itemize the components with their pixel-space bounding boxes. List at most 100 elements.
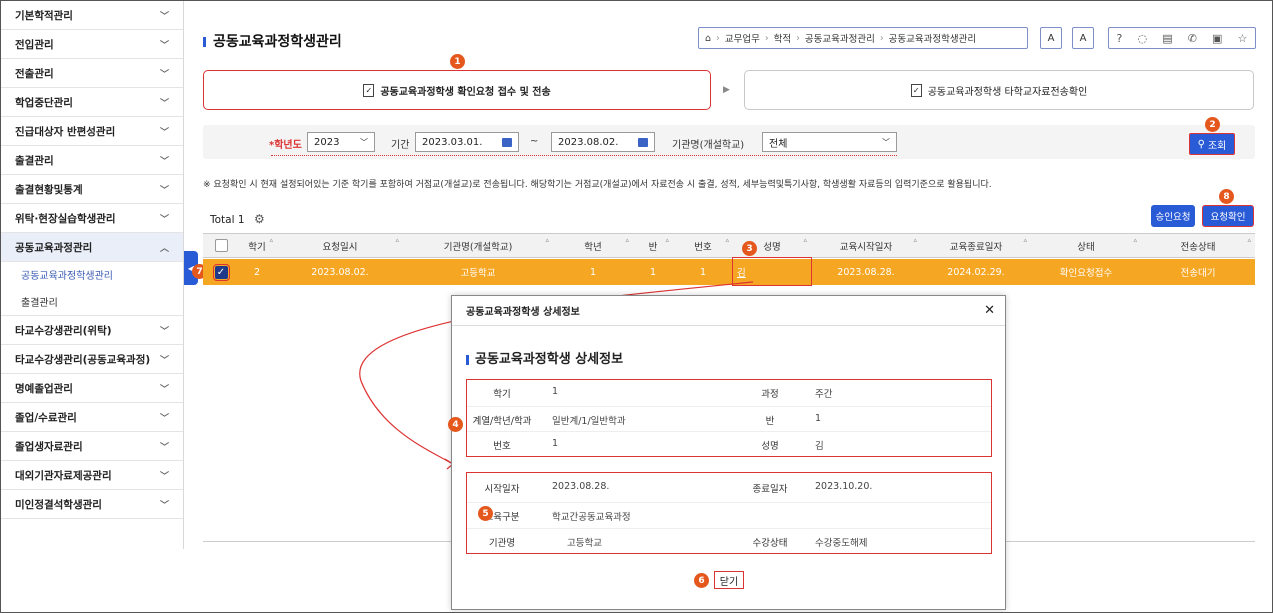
chevron-down-icon: ﹀	[159, 98, 169, 109]
cell-number: 1	[699, 266, 707, 278]
breadcrumb-item[interactable]: 공동교육과정학생관리	[889, 31, 976, 45]
chevron-right-icon: ›	[879, 32, 884, 44]
annotation-badge: 8	[1219, 189, 1234, 204]
column-header[interactable]: 반 ▵	[633, 234, 673, 257]
year-select[interactable]: 2023 ﹀	[307, 132, 375, 152]
close-button[interactable]: 닫기	[714, 571, 744, 589]
annotation-badge: 4	[448, 417, 463, 432]
column-header[interactable]: 교육시작일자 ▵	[811, 234, 921, 257]
approve-request-button[interactable]: 승인요청	[1151, 205, 1195, 227]
calendar-icon[interactable]	[638, 137, 648, 147]
font-size-increase-button[interactable]: A	[1072, 27, 1094, 49]
table-header: 학기 ▵ 요청일시 ▵ 기관명(개설학교) ▵ 학년 ▵ 반 ▵ 번호 ▵ 성명 ▵ 교육시작…	[203, 233, 1255, 258]
sidebar-item-transfer-in[interactable]: 전입관리 ﹀	[1, 30, 183, 59]
chevron-down-icon: ﹀	[159, 355, 169, 366]
sidebar-item-honorary-graduation[interactable]: 명예졸업관리 ﹀	[1, 374, 183, 403]
gear-icon[interactable]: ⚙	[254, 212, 265, 226]
star-icon[interactable]: ☆	[1238, 32, 1248, 45]
chevron-down-icon: ﹀	[159, 471, 169, 482]
cell-request-date: 2023.08.02.	[311, 266, 369, 278]
sidebar-item-external-entrusted[interactable]: 타교수강생관리(위탁) ﹀	[1, 316, 183, 345]
sort-icon: ▵	[269, 236, 273, 244]
search-button[interactable]: ⚲ 조회	[1189, 133, 1235, 155]
column-header[interactable]: 번호 ▵	[673, 234, 733, 257]
sidebar-item-class-assignment[interactable]: 진급대상자 반편성관리 ﹀	[1, 117, 183, 146]
step-request-receipt[interactable]: ✓ 공동교육과정학생 확인요청 접수 및 전송	[203, 70, 711, 110]
font-size-decrease-button[interactable]: A	[1040, 27, 1062, 49]
chevron-down-icon: ﹀	[159, 156, 169, 167]
chat-icon[interactable]: ◌	[1137, 32, 1147, 45]
home-icon[interactable]: ⌂	[705, 33, 711, 44]
cell-semester: 2	[253, 266, 261, 278]
year-label: *학년도	[269, 140, 302, 151]
select-all-checkbox[interactable]	[211, 234, 231, 257]
toolbar-icons: ? ◌ ▤ ✆ ▣ ☆	[1108, 27, 1256, 49]
check-document-icon: ✓	[910, 83, 922, 97]
sidebar-item-graduation[interactable]: 졸업/수료관리 ﹀	[1, 403, 183, 432]
cell-transfer-status: 전송대기	[1180, 268, 1216, 279]
step-transfer-check[interactable]: ✓ 공동교육과정학생 타학교자료전송확인	[744, 70, 1254, 110]
sidebar-item-basic-records[interactable]: 기본학적관리 ﹀	[1, 1, 183, 30]
chevron-down-icon: ﹀	[159, 214, 169, 225]
sidebar-item-field-training[interactable]: 위탁·현장실습학생관리 ﹀	[1, 204, 183, 233]
app-window: 기본학적관리 ﹀ 전입관리 ﹀ 전출관리 ﹀ 학업중단관리 ﹀ 진급대상자 반편성관리 ﹀…	[0, 0, 1273, 613]
row-checkbox[interactable]: ✓	[211, 259, 231, 285]
check-document-icon: ✓	[363, 83, 375, 97]
sidebar-item-attendance-stats[interactable]: 출결현황및통계 ﹀	[1, 175, 183, 204]
breadcrumb-item[interactable]: 공동교육과정관리	[805, 31, 875, 45]
page-title: 공동교육과정학생관리	[203, 31, 342, 51]
sort-icon: ▵	[725, 236, 729, 244]
annotation-badge: 2	[1205, 117, 1220, 132]
sidebar: 기본학적관리 ﹀ 전입관리 ﹀ 전출관리 ﹀ 학업중단관리 ﹀ 진급대상자 반편성관리 ﹀…	[1, 1, 184, 549]
sidebar-subitem-attendance[interactable]: 출결관리	[1, 287, 183, 316]
column-header[interactable]: 학기 ▵	[237, 234, 277, 257]
document-icon[interactable]: ▤	[1162, 32, 1172, 45]
chevron-down-icon: ﹀	[159, 500, 169, 511]
sidebar-item-external-data[interactable]: 대외기관자료제공관리 ﹀	[1, 461, 183, 490]
breadcrumb-item[interactable]: 학적	[774, 31, 791, 45]
sort-icon: ▵	[803, 236, 807, 244]
request-confirm-button[interactable]: 요청확인	[1202, 205, 1254, 227]
sidebar-item-attendance[interactable]: 출결관리 ﹀	[1, 146, 183, 175]
cell-organization: 고등학교	[460, 268, 496, 279]
column-header[interactable]: 교육종료일자 ▵	[921, 234, 1031, 257]
chevron-down-icon: ﹀	[159, 127, 169, 138]
sort-icon: ▵	[625, 236, 629, 244]
sidebar-item-graduate-data[interactable]: 졸업생자료관리 ﹀	[1, 432, 183, 461]
chevron-down-icon: ﹀	[159, 442, 169, 453]
sidebar-subitem-joint-students[interactable]: 공동교육과정학생관리	[1, 262, 183, 287]
checkmark-icon: ✓	[212, 263, 230, 281]
sidebar-item-dropout[interactable]: 학업중단관리 ﹀	[1, 88, 183, 117]
cell-start-date: 2023.08.28.	[837, 266, 895, 278]
sort-icon: ▵	[1133, 236, 1137, 244]
calendar-icon[interactable]	[502, 137, 512, 147]
table-row[interactable]: ✓ 2 2023.08.02. 고등학교 1 1 1 김 2023.08.28.…	[203, 259, 1255, 285]
column-header[interactable]: 기관명(개설학교) ▵	[403, 234, 553, 257]
name-highlight-box	[732, 257, 812, 286]
date-from-input[interactable]: 2023.03.01.	[415, 132, 519, 152]
date-to-input[interactable]: 2023.08.02.	[551, 132, 655, 152]
sidebar-item-unexcused-absence[interactable]: 미인정결석학생관리 ﹀	[1, 490, 183, 519]
sort-icon: ▵	[545, 236, 549, 244]
sort-icon: ▵	[913, 236, 917, 244]
close-icon[interactable]: ✕	[984, 303, 995, 318]
breadcrumb-item[interactable]: 교무업무	[725, 31, 760, 45]
column-header[interactable]: 학년 ▵	[553, 234, 633, 257]
sidebar-item-transfer-out[interactable]: 전출관리 ﹀	[1, 59, 183, 88]
chevron-down-icon: ﹀	[159, 11, 169, 22]
help-icon[interactable]: ?	[1117, 32, 1123, 45]
column-header[interactable]: 전송상태 ▵	[1141, 234, 1255, 257]
org-label: 기관명(개설학교)	[672, 140, 745, 151]
cell-grade: 1	[589, 266, 597, 278]
chevron-right-icon: ›	[716, 32, 720, 44]
chevron-down-icon: ﹀	[159, 40, 169, 51]
sidebar-item-joint-curriculum[interactable]: 공동교육과정관리 ︿	[1, 233, 183, 262]
print-icon[interactable]: ▣	[1212, 32, 1222, 45]
org-select[interactable]: 전체 ﹀	[762, 132, 897, 152]
modal-title: 공동교육과정학생 상세정보	[466, 348, 623, 367]
phone-icon[interactable]: ✆	[1188, 32, 1197, 45]
chevron-down-icon: ﹀	[159, 185, 169, 196]
column-header[interactable]: 요청일시 ▵	[277, 234, 403, 257]
sidebar-item-external-joint[interactable]: 타교수강생관리(공동교육과정) ﹀	[1, 345, 183, 374]
column-header[interactable]: 상태 ▵	[1031, 234, 1141, 257]
